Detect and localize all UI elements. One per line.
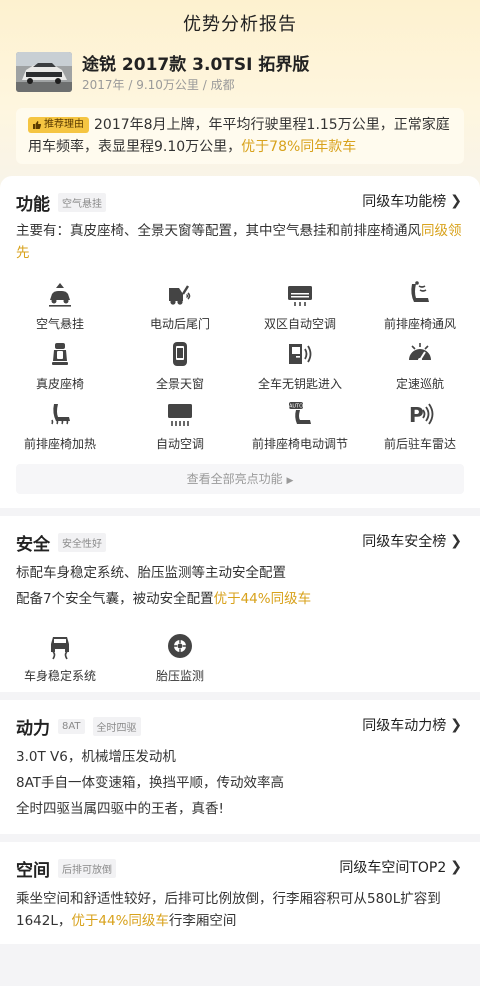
space-desc: 乘坐空间和舒适性较好，后排可比例放倒，行李厢容积可从580L扩容到1642L，优… xyxy=(16,891,441,929)
power-seat-adjust-icon: AUTO xyxy=(289,402,311,424)
car-thumbnail[interactable] xyxy=(16,52,72,92)
feature-leather-seat[interactable]: 真皮座椅 xyxy=(0,340,120,398)
chevron-right-icon: ❯ xyxy=(450,193,462,209)
feature-power-tailgate[interactable]: 电动后尾门 xyxy=(120,280,240,338)
air-suspension-icon xyxy=(49,283,71,307)
page-title: 优势分析报告 xyxy=(183,14,297,35)
space-tag: 后排可放倒 xyxy=(58,859,116,878)
features-desc: 主要有：真皮座椅、全景天窗等配置，其中空气悬挂和前排座椅通风同级领先 xyxy=(16,223,462,261)
space-title: 空间 xyxy=(16,861,50,881)
auto-ac-icon xyxy=(168,404,192,426)
power-header: 动力 8AT 全时四驱 xyxy=(16,714,141,739)
feature-keyless-entry[interactable]: 全车无钥匙进入 xyxy=(240,340,360,398)
feature-auto-ac[interactable]: 自动空调 xyxy=(120,400,240,458)
power-tag-transmission: 8AT xyxy=(58,719,85,734)
feature-tire-pressure[interactable]: 胎压监测 xyxy=(120,632,240,690)
power-line-3: 全时四驱当属四驱中的王者，真香! xyxy=(16,801,224,817)
panoramic-sunroof-icon xyxy=(173,342,187,366)
seat-heating-icon xyxy=(51,404,70,425)
features-header: 功能 空气悬挂 xyxy=(16,190,106,215)
feature-cruise-control[interactable]: 定速巡航 xyxy=(360,340,480,398)
power-line-2: 8AT手自一体变速箱，换挡平顺，传动效率高 xyxy=(16,775,285,791)
recommend-reason-card: 2017年8月上牌，年平均行驶里程1.15万公里，正常家庭用车频率，表显里程9.… xyxy=(16,108,464,164)
feature-stability-control[interactable]: 车身稳定系统 xyxy=(0,632,120,690)
leather-seat-icon xyxy=(52,343,68,365)
cruise-control-icon xyxy=(409,343,431,362)
car-name: 途锐 2017款 3.0TSI 拓界版 xyxy=(82,55,310,75)
feature-dual-zone-ac[interactable]: 双区自动空调 xyxy=(240,280,360,338)
svg-text:AUTO: AUTO xyxy=(289,404,303,410)
chevron-right-icon: ❯ xyxy=(450,717,462,733)
safety-line-2: 配备7个安全气囊，被动安全配置优于44%同级车 xyxy=(16,591,312,607)
reason-highlight: 优于78%同年款车 xyxy=(241,139,357,155)
dual-zone-ac-icon xyxy=(288,286,312,306)
feature-seat-heating[interactable]: 前排座椅加热 xyxy=(0,400,120,458)
keyless-entry-icon xyxy=(289,344,312,364)
safety-line-1: 标配车身稳定系统、胎压监测等主动安全配置 xyxy=(16,565,286,581)
features-rank-link[interactable]: 同级车功能榜 ❯ xyxy=(362,191,462,211)
seat-ventilation-icon xyxy=(411,281,429,302)
feature-air-suspension[interactable]: 空气悬挂 xyxy=(0,280,120,338)
power-rank-link[interactable]: 同级车动力榜 ❯ xyxy=(362,715,462,735)
power-line-1: 3.0T V6，机械增压发动机 xyxy=(16,749,176,765)
car-photo-image xyxy=(16,52,72,92)
space-rank-link[interactable]: 同级车空间TOP2 ❯ xyxy=(339,857,462,877)
power-card: 动力 8AT 全时四驱 同级车动力榜 ❯ 3.0T V6，机械增压发动机 8AT手… xyxy=(0,700,480,834)
chevron-right-icon: ❯ xyxy=(450,859,462,875)
feature-panoramic-sunroof[interactable]: 全景天窗 xyxy=(120,340,240,398)
feature-parking-radar[interactable]: P 前后驻车雷达 xyxy=(360,400,480,458)
chevron-right-icon: ❯ xyxy=(450,533,462,549)
svg-text:P: P xyxy=(409,403,424,427)
thumbs-up-icon xyxy=(33,121,42,129)
safety-header: 安全 安全性好 xyxy=(16,530,106,555)
feature-power-seat-adjust[interactable]: AUTO 前排座椅电动调节 xyxy=(240,400,360,458)
features-tag: 空气悬挂 xyxy=(58,193,106,212)
safety-card: 安全 安全性好 同级车安全榜 ❯ 标配车身稳定系统、胎压监测等主动安全配置 配备7… xyxy=(0,516,480,692)
feature-seat-ventilation[interactable]: 前排座椅通风 xyxy=(360,280,480,338)
tire-pressure-icon xyxy=(168,634,192,658)
stability-control-icon xyxy=(51,637,69,660)
car-meta: 2017年 / 9.10万公里 / 成都 xyxy=(82,78,235,92)
recommend-reason-tag: 推荐理由 xyxy=(28,117,89,133)
space-header: 空间 后排可放倒 xyxy=(16,856,116,881)
parking-radar-icon: P xyxy=(409,403,434,427)
features-title: 功能 xyxy=(16,195,50,215)
power-tailgate-icon xyxy=(169,285,191,305)
reason-text: 2017年8月上牌，年平均行驶里程1.15万公里，正常家庭用车频率，表显里程9.… xyxy=(28,117,450,155)
safety-title: 安全 xyxy=(16,535,50,555)
power-tag-drivetrain: 全时四驱 xyxy=(92,717,141,736)
space-card: 空间 后排可放倒 同级车空间TOP2 ❯ 乘坐空间和舒适性较好，后排可比例放倒，行… xyxy=(0,842,480,944)
triangle-right-icon: ▶ xyxy=(286,476,294,486)
power-title: 动力 xyxy=(16,719,50,739)
features-card: 功能 空气悬挂 同级车功能榜 ❯ 主要有：真皮座椅、全景天窗等配置，其中空气悬挂和… xyxy=(0,176,480,508)
view-all-features-button[interactable]: 查看全部亮点功能 ▶ xyxy=(16,464,464,494)
safety-rank-link[interactable]: 同级车安全榜 ❯ xyxy=(362,531,462,551)
safety-tag: 安全性好 xyxy=(58,533,106,552)
